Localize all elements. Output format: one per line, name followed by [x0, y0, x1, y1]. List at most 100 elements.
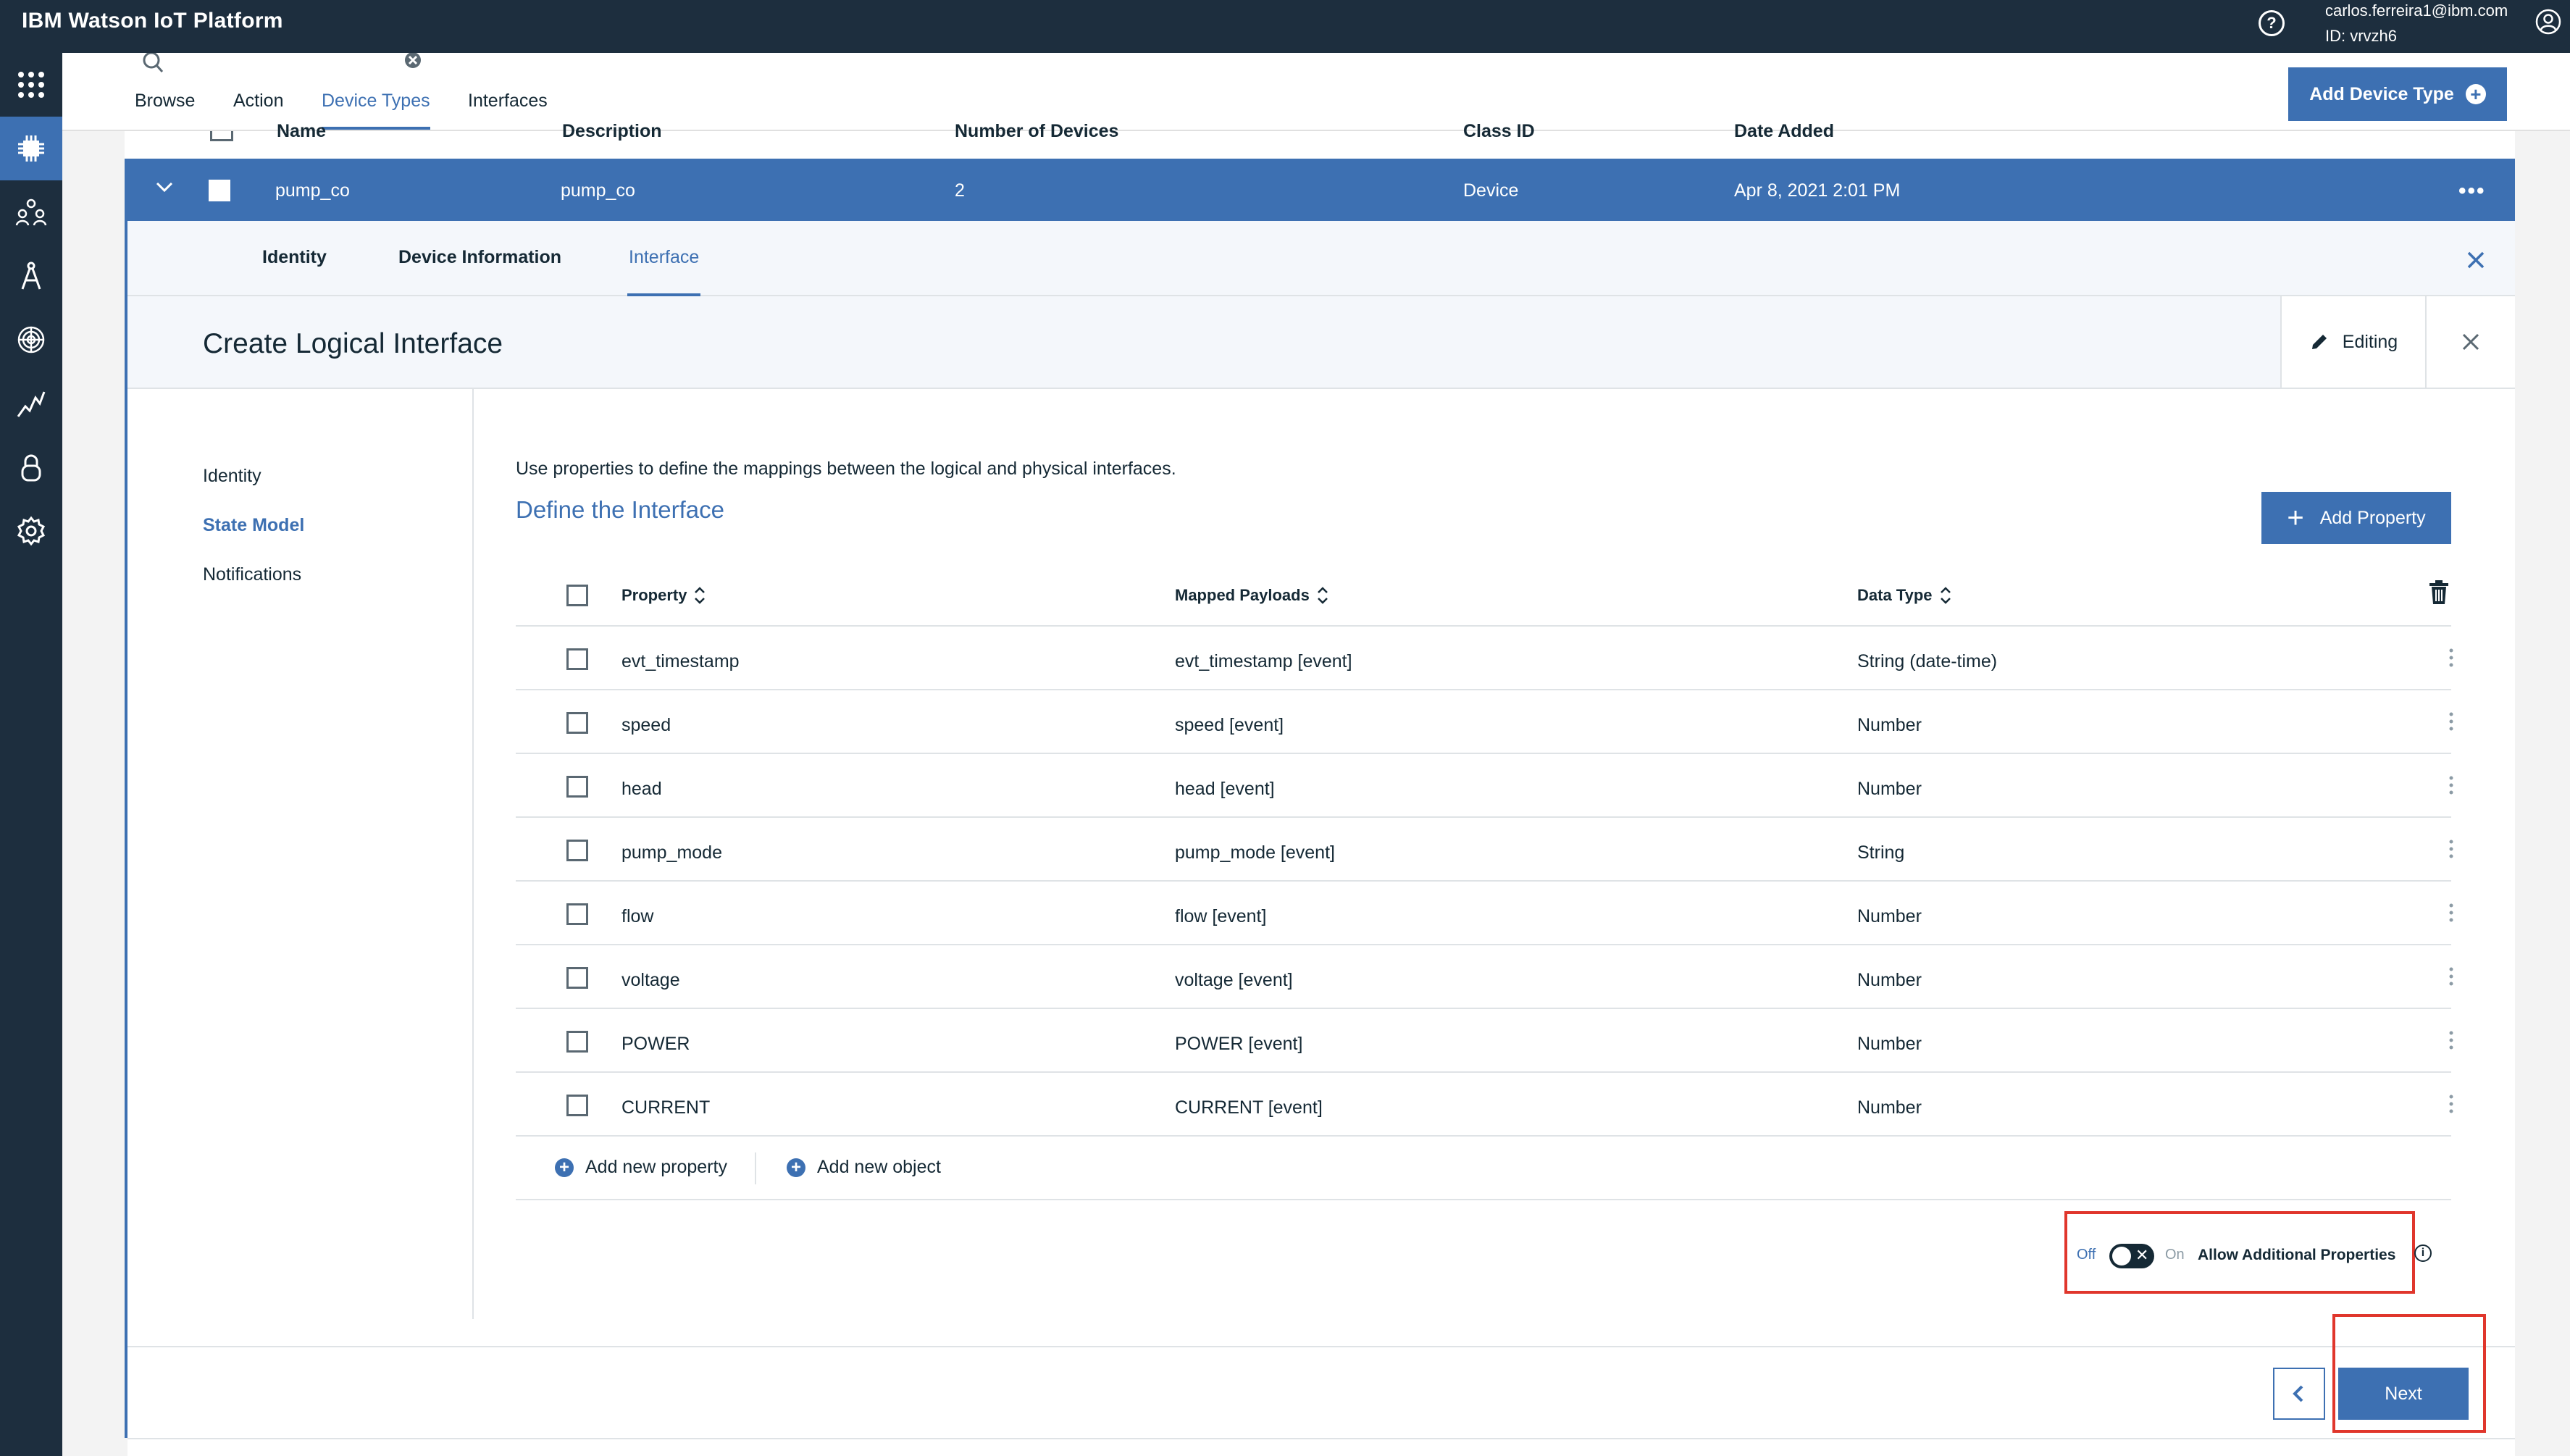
table-row-selected[interactable]: pump_co pump_co 2 Device Apr 8, 2021 2:0… — [125, 159, 2515, 221]
sidebar-item-rules[interactable] — [0, 435, 62, 499]
user-icon[interactable] — [2535, 9, 2561, 35]
sidebar-item-settings[interactable] — [0, 499, 62, 563]
table-row[interactable]: pump_mode pump_mode [event] String — [516, 818, 2454, 882]
column-mapped-label: Mapped Payloads — [1175, 586, 1310, 604]
step-state-model[interactable]: State Model — [203, 515, 304, 536]
table-row[interactable]: flow flow [event] Number — [516, 882, 2454, 945]
row-description: pump_co — [561, 180, 635, 201]
column-property[interactable]: Property — [621, 586, 706, 605]
detail-tab-device-information[interactable]: Device Information — [398, 247, 561, 296]
chevron-down-icon[interactable] — [155, 177, 174, 196]
detail-tab-identity[interactable]: Identity — [262, 247, 327, 296]
top-bar: IBM Watson IoT Platform ? carlos.ferreir… — [0, 0, 2570, 53]
column-number-of-devices[interactable]: Number of Devices — [955, 121, 1118, 142]
mapped-payload: speed [event] — [1175, 715, 1284, 735]
overflow-menu-icon[interactable] — [2448, 647, 2454, 669]
clear-search-icon[interactable] — [401, 53, 424, 73]
help-icon[interactable]: ? — [2259, 10, 2285, 36]
sidebar-item-security[interactable] — [0, 308, 62, 372]
property-name: evt_timestamp — [621, 651, 740, 671]
close-icon[interactable] — [2466, 250, 2486, 270]
overflow-menu-icon[interactable] — [2448, 774, 2454, 796]
add-new-property-link[interactable]: + Add new property — [555, 1157, 727, 1178]
add-device-type-button[interactable]: Add Device Type + — [2288, 67, 2507, 121]
mapped-payload: voltage [event] — [1175, 970, 1293, 990]
add-new-object-link[interactable]: + Add new object — [787, 1157, 941, 1178]
add-property-button[interactable]: + Add Property — [2261, 492, 2451, 544]
close-create-button[interactable] — [2425, 296, 2515, 388]
table-row[interactable]: speed speed [event] Number — [516, 690, 2454, 754]
create-interface-header: Create Logical Interface Editing — [127, 296, 2515, 389]
overflow-menu-icon[interactable] — [2448, 838, 2454, 860]
state-model-form: Use properties to define the mappings be… — [474, 389, 2515, 1319]
allow-additional-properties-toggle[interactable]: ✕ — [2109, 1244, 2154, 1268]
overflow-menu-icon[interactable] — [2448, 902, 2454, 924]
sidebar-item-apps[interactable] — [0, 53, 62, 117]
mapped-payload: POWER [event] — [1175, 1034, 1303, 1054]
row-checkbox[interactable] — [566, 903, 588, 925]
tab-browse[interactable]: Browse — [135, 82, 195, 130]
row-checkbox[interactable] — [566, 712, 588, 734]
row-checkbox[interactable] — [566, 648, 588, 670]
trash-icon[interactable] — [2428, 580, 2450, 605]
row-overflow-menu[interactable]: ••• — [2458, 179, 2486, 204]
tab-interfaces[interactable]: Interfaces — [468, 82, 548, 130]
column-class-id[interactable]: Class ID — [1463, 121, 1535, 142]
select-all-checkbox[interactable] — [210, 131, 233, 141]
overflow-menu-icon[interactable] — [2448, 711, 2454, 732]
brand-title[interactable]: IBM Watson IoT Platform — [22, 9, 283, 33]
data-type: Number — [1857, 906, 1922, 926]
table-row[interactable]: head head [event] Number — [516, 754, 2454, 818]
user-id: ID: vrvzh6 — [2325, 27, 2398, 45]
step-notifications[interactable]: Notifications — [203, 564, 301, 585]
row-checkbox[interactable] — [566, 1031, 588, 1053]
apps-compass-icon — [21, 262, 41, 290]
sidebar-item-usage[interactable] — [0, 372, 62, 435]
row-name: pump_co — [275, 180, 350, 201]
overflow-menu-icon[interactable] — [2448, 966, 2454, 987]
row-checkbox[interactable] — [566, 776, 588, 798]
column-name[interactable]: Name — [277, 121, 326, 142]
add-new-property-label: Add new property — [585, 1157, 727, 1177]
sidebar-item-members[interactable] — [0, 180, 62, 244]
column-date-added[interactable]: Date Added — [1734, 121, 1834, 142]
settings-gear-icon — [17, 516, 46, 546]
property-name: POWER — [621, 1034, 690, 1054]
add-circle-icon: + — [555, 1158, 574, 1177]
table-row[interactable]: CURRENT CURRENT [event] Number — [516, 1073, 2454, 1137]
column-property-label: Property — [621, 586, 687, 604]
column-data-type[interactable]: Data Type — [1857, 586, 1951, 605]
close-icon — [2462, 333, 2479, 351]
row-checkbox[interactable] — [566, 840, 588, 861]
sidebar-item-devices[interactable] — [0, 117, 62, 180]
secondary-nav: Browse Action Device Types Interfaces Ad… — [62, 53, 2570, 131]
info-icon[interactable]: i — [2414, 1244, 2432, 1262]
row-checkbox[interactable] — [209, 180, 230, 201]
select-all-properties-checkbox[interactable] — [566, 585, 588, 606]
tab-device-types[interactable]: Device Types — [322, 82, 430, 130]
usage-chart-icon — [17, 391, 46, 417]
column-mapped-payloads[interactable]: Mapped Payloads — [1175, 586, 1328, 605]
table-row[interactable]: evt_timestamp evt_timestamp [event] Stri… — [516, 627, 2454, 690]
step-identity[interactable]: Identity — [203, 466, 261, 487]
table-row[interactable]: voltage voltage [event] Number — [516, 945, 2454, 1009]
overflow-menu-icon[interactable] — [2448, 1029, 2454, 1051]
overflow-menu-icon[interactable] — [2448, 1093, 2454, 1115]
row-checkbox[interactable] — [566, 967, 588, 989]
table-row[interactable]: POWER POWER [event] Number — [516, 1009, 2454, 1073]
properties-table: Property Mapped Payloads Data Type evt_t… — [516, 563, 2454, 1200]
data-type: String — [1857, 842, 1905, 863]
property-name: CURRENT — [621, 1097, 711, 1118]
editing-indicator[interactable]: Editing — [2280, 296, 2425, 388]
property-name: flow — [621, 906, 654, 926]
toggle-knob — [2112, 1247, 2131, 1265]
column-description[interactable]: Description — [562, 121, 662, 142]
detail-tab-interface[interactable]: Interface — [627, 247, 701, 296]
sidebar-item-apps-compass[interactable] — [0, 244, 62, 308]
search-icon[interactable] — [139, 53, 167, 75]
add-circle-icon: + — [787, 1158, 805, 1177]
row-checkbox[interactable] — [566, 1095, 588, 1116]
user-email: carlos.ferreira1@ibm.com — [2325, 1, 2508, 20]
back-button[interactable] — [2273, 1368, 2325, 1420]
editing-label: Editing — [2342, 331, 2398, 352]
